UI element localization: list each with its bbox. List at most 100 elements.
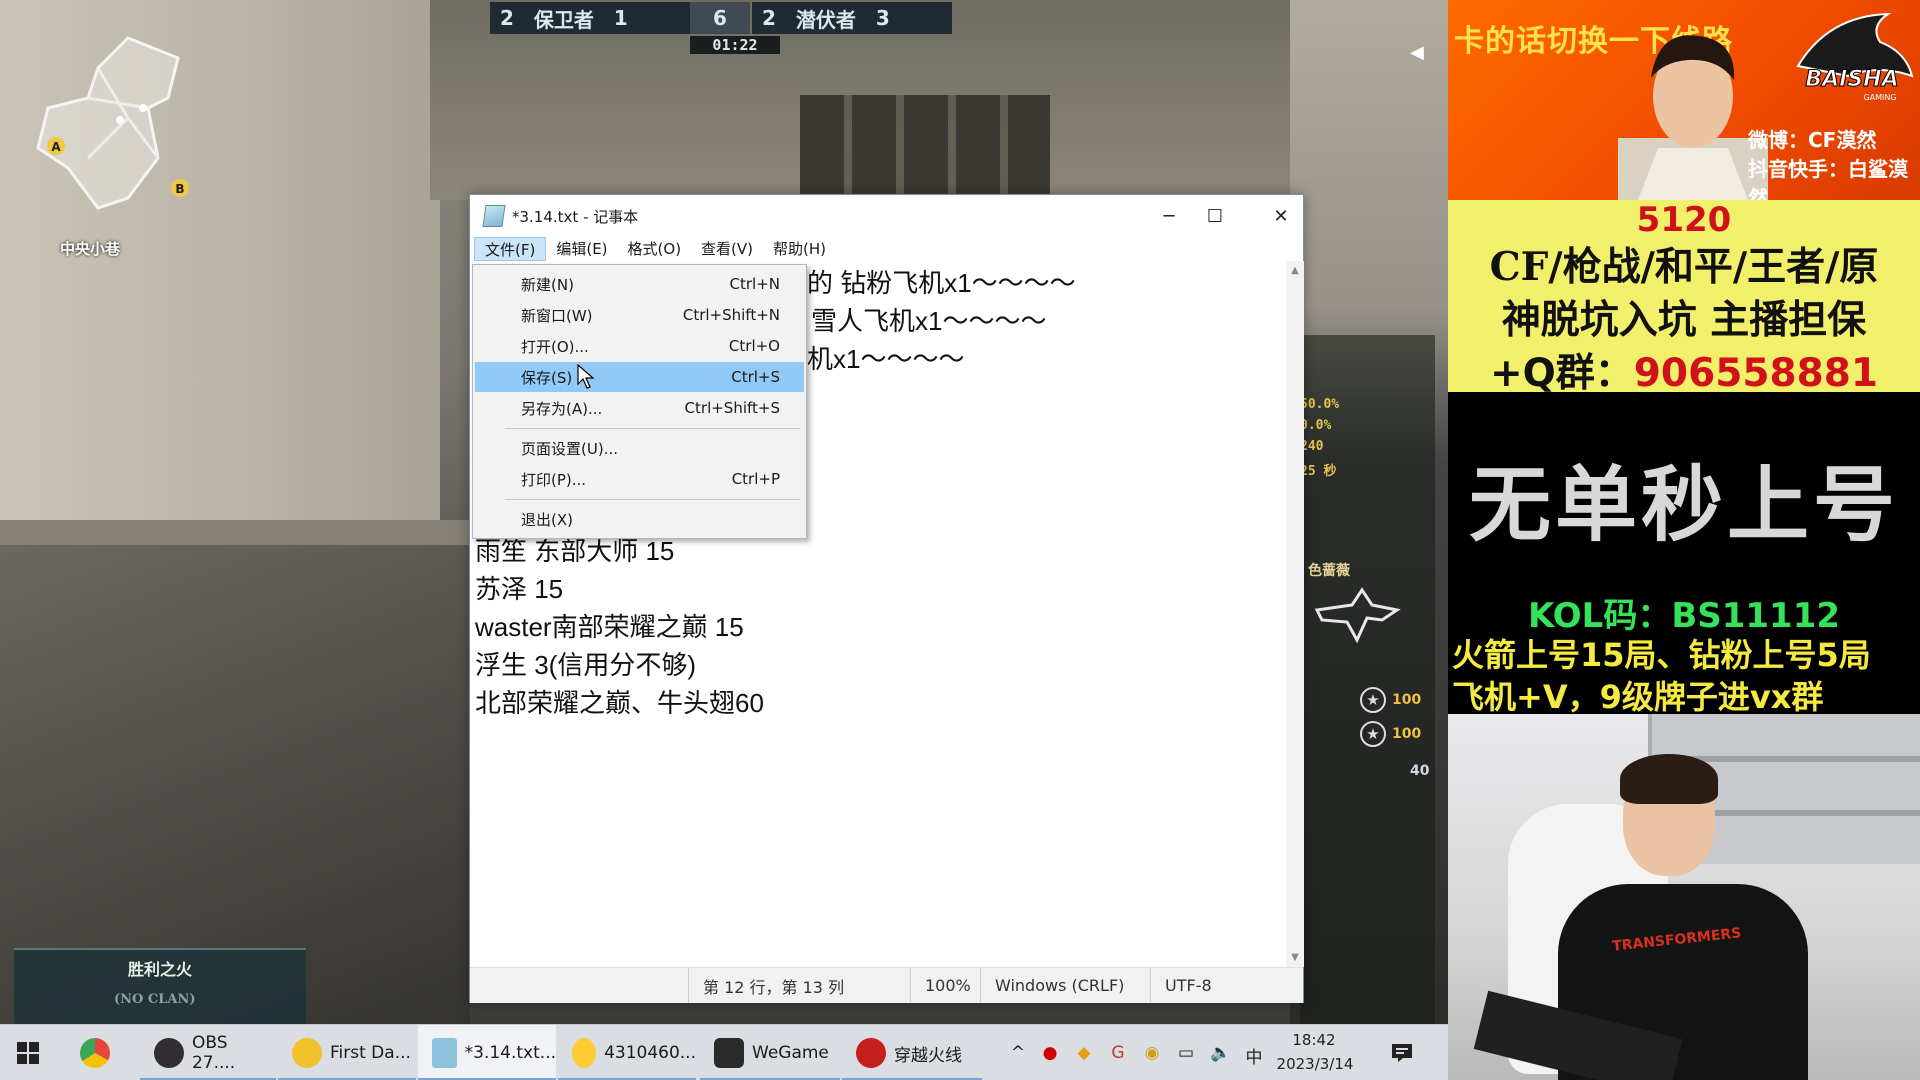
menu-help[interactable]: 帮助(H): [763, 237, 836, 261]
taskbar-chrome[interactable]: [66, 1025, 140, 1080]
tray-app-icon[interactable]: G: [1108, 1043, 1128, 1063]
notification-icon[interactable]: [1390, 1041, 1414, 1065]
svg-text:A: A: [51, 140, 61, 154]
clock-date[interactable]: 2023/3/14: [1272, 1055, 1358, 1073]
minimize-button[interactable]: ─: [1146, 195, 1192, 237]
network-icon[interactable]: ▭: [1176, 1043, 1196, 1063]
menu-file[interactable]: 文件(F): [474, 237, 547, 261]
vertical-scrollbar[interactable]: ▲ ▼: [1286, 261, 1304, 967]
windows-logo-icon: [17, 1042, 39, 1064]
menu-open[interactable]: 打开(O)... Ctrl+O: [475, 331, 804, 361]
taskbar-qq[interactable]: 4310460...: [558, 1025, 696, 1080]
hud-health: 100: [1392, 692, 1422, 708]
close-button[interactable]: ✕: [1258, 195, 1304, 237]
text-line: waster南部荣耀之巅 15: [475, 612, 744, 642]
tray-app-icon[interactable]: ◆: [1074, 1043, 1094, 1063]
menu-new-window[interactable]: 新窗口(W) Ctrl+Shift+N: [475, 300, 804, 330]
ime-icon[interactable]: 中: [1244, 1043, 1264, 1068]
scoreboard: 2 保卫者 1 6 2 潜伏者 3 01:22: [490, 2, 955, 54]
streamer-hair: [1620, 754, 1718, 804]
volume-icon[interactable]: 🔈: [1210, 1043, 1231, 1063]
scroll-down-icon[interactable]: ▼: [1289, 952, 1301, 963]
qq-group: +Q群：906558881: [1489, 351, 1879, 396]
taskbar-notepad[interactable]: *3.14.txt...: [418, 1025, 556, 1080]
text-line: 机x1～～～～: [807, 344, 965, 374]
team-right-score: 2 潜伏者 3: [752, 2, 952, 34]
text-line: 雪人飞机x1～～～～: [811, 306, 1047, 336]
tray-expand-icon[interactable]: ^: [1008, 1043, 1028, 1063]
text-line: 苏泽 15: [475, 574, 564, 604]
menu-save-as[interactable]: 另存为(A)... Ctrl+Shift+S: [475, 393, 804, 423]
text-line: 北部荣耀之巅、牛头翅60: [475, 688, 764, 718]
host-photo: [1618, 35, 1768, 200]
crossfire-icon: [856, 1038, 886, 1068]
menu-bar: 文件(F) 编辑(E) 格式(O) 查看(V) 帮助(H): [470, 237, 1303, 261]
star-icon: ★: [1360, 721, 1386, 747]
menu-print[interactable]: 打印(P)... Ctrl+P: [475, 464, 804, 494]
start-button[interactable]: [0, 1025, 56, 1080]
menu-new[interactable]: 新建(N) Ctrl+N: [475, 269, 804, 299]
chrome-icon: [80, 1038, 110, 1068]
clan-panel: 胜利之火 (NO CLAN): [14, 948, 306, 1024]
tray-app-icon[interactable]: ●: [1040, 1043, 1060, 1063]
baisha-logo: BAISHA GAMING: [1796, 12, 1914, 102]
menu-separator: [505, 499, 800, 500]
zoom-level: 100%: [910, 968, 980, 1003]
slogan: 无单秒上号: [1468, 457, 1899, 553]
menu-edit[interactable]: 编辑(E): [546, 237, 617, 261]
maximize-button[interactable]: ☐: [1192, 195, 1238, 237]
taskbar-obs[interactable]: OBS 27....: [140, 1025, 276, 1080]
hud-ammo: 40: [1410, 763, 1430, 779]
promo-number: 5120: [1636, 200, 1732, 240]
clock-time[interactable]: 18:42: [1284, 1031, 1344, 1049]
wegame-icon: [714, 1038, 744, 1068]
weapon-name: 色蔷薇: [1308, 563, 1350, 579]
webcam-feed: TRANSFORMERS: [1448, 714, 1920, 1080]
map-name: 中央小巷: [60, 240, 121, 258]
taskbar: OBS 27.... First Da... *3.14.txt... 4310…: [0, 1024, 1448, 1080]
qq-number: 906558881: [1633, 351, 1879, 396]
promo-line: 神脱坑入坑 主播担保: [1501, 297, 1867, 343]
minimap: A B: [36, 36, 189, 210]
team-left-score: 2 保卫者 1: [490, 2, 690, 34]
taskbar-first-da[interactable]: First Da...: [278, 1025, 416, 1080]
mouse-cursor-icon: [577, 364, 595, 389]
svg-text:B: B: [175, 182, 184, 196]
tray-app-icon[interactable]: ◉: [1142, 1043, 1162, 1063]
minimap-layout: [36, 36, 180, 210]
menu-view[interactable]: 查看(V): [691, 237, 763, 261]
app-icon: [292, 1038, 322, 1068]
clan-title: 胜利之火: [127, 960, 192, 979]
weibo-handle: 微博：CF漠然: [1748, 128, 1877, 152]
svg-text:GAMING: GAMING: [1863, 93, 1896, 102]
encoding: UTF-8: [1150, 968, 1250, 1003]
line-ending: Windows (CRLF): [980, 968, 1150, 1003]
rocket-offer: 火箭上号15局、钻粉上号5局: [1452, 636, 1871, 674]
svg-text:BAISHA: BAISHA: [1805, 67, 1898, 92]
top-banner: 卡的话切换一下线路 BAISHA GAMING 微博：CF漠然 抖音快手：白鲨漠…: [1448, 0, 1920, 200]
douyin-handle: 抖音快手：白鲨漠然: [1748, 157, 1908, 200]
building-windows: [800, 95, 1050, 195]
menu-exit[interactable]: 退出(X): [475, 504, 804, 534]
clan-subtitle: (NO CLAN): [114, 992, 196, 1007]
scroll-up-icon[interactable]: ▲: [1289, 265, 1301, 276]
taskbar-wegame[interactable]: WeGame: [700, 1025, 840, 1080]
round-timer: 01:22: [690, 36, 780, 54]
menu-page-setup[interactable]: 页面设置(U)...: [475, 433, 804, 463]
menu-separator: [505, 428, 800, 429]
star-icon: ★: [1360, 687, 1386, 713]
taskbar-crossfire[interactable]: 穿越火线: [842, 1025, 982, 1080]
cursor-position: 第 12 行，第 13 列: [688, 968, 910, 1003]
notepad-titlebar[interactable]: *3.14.txt - 记事本 ─ ☐ ✕: [470, 195, 1303, 237]
status-bar: 第 12 行，第 13 列 100% Windows (CRLF) UTF-8: [470, 967, 1303, 1003]
round-number: 6: [690, 2, 750, 34]
notepad-app-icon: [482, 205, 506, 227]
obs-icon: [154, 1038, 184, 1068]
hud-stat: 50.0%: [1300, 397, 1340, 412]
menu-save[interactable]: 保存(S) Ctrl+S: [475, 362, 804, 392]
weapon-hud: 50.0% 0.0% 240 25 秒 色蔷薇 ★ 100 ★ 100 40: [1300, 335, 1435, 1024]
qq-icon: [572, 1038, 597, 1068]
promo-line: CF/枪战/和平/王者/原: [1489, 244, 1879, 290]
text-line: 浮生 3(信用分不够): [475, 650, 697, 680]
menu-format[interactable]: 格式(O): [618, 237, 692, 261]
